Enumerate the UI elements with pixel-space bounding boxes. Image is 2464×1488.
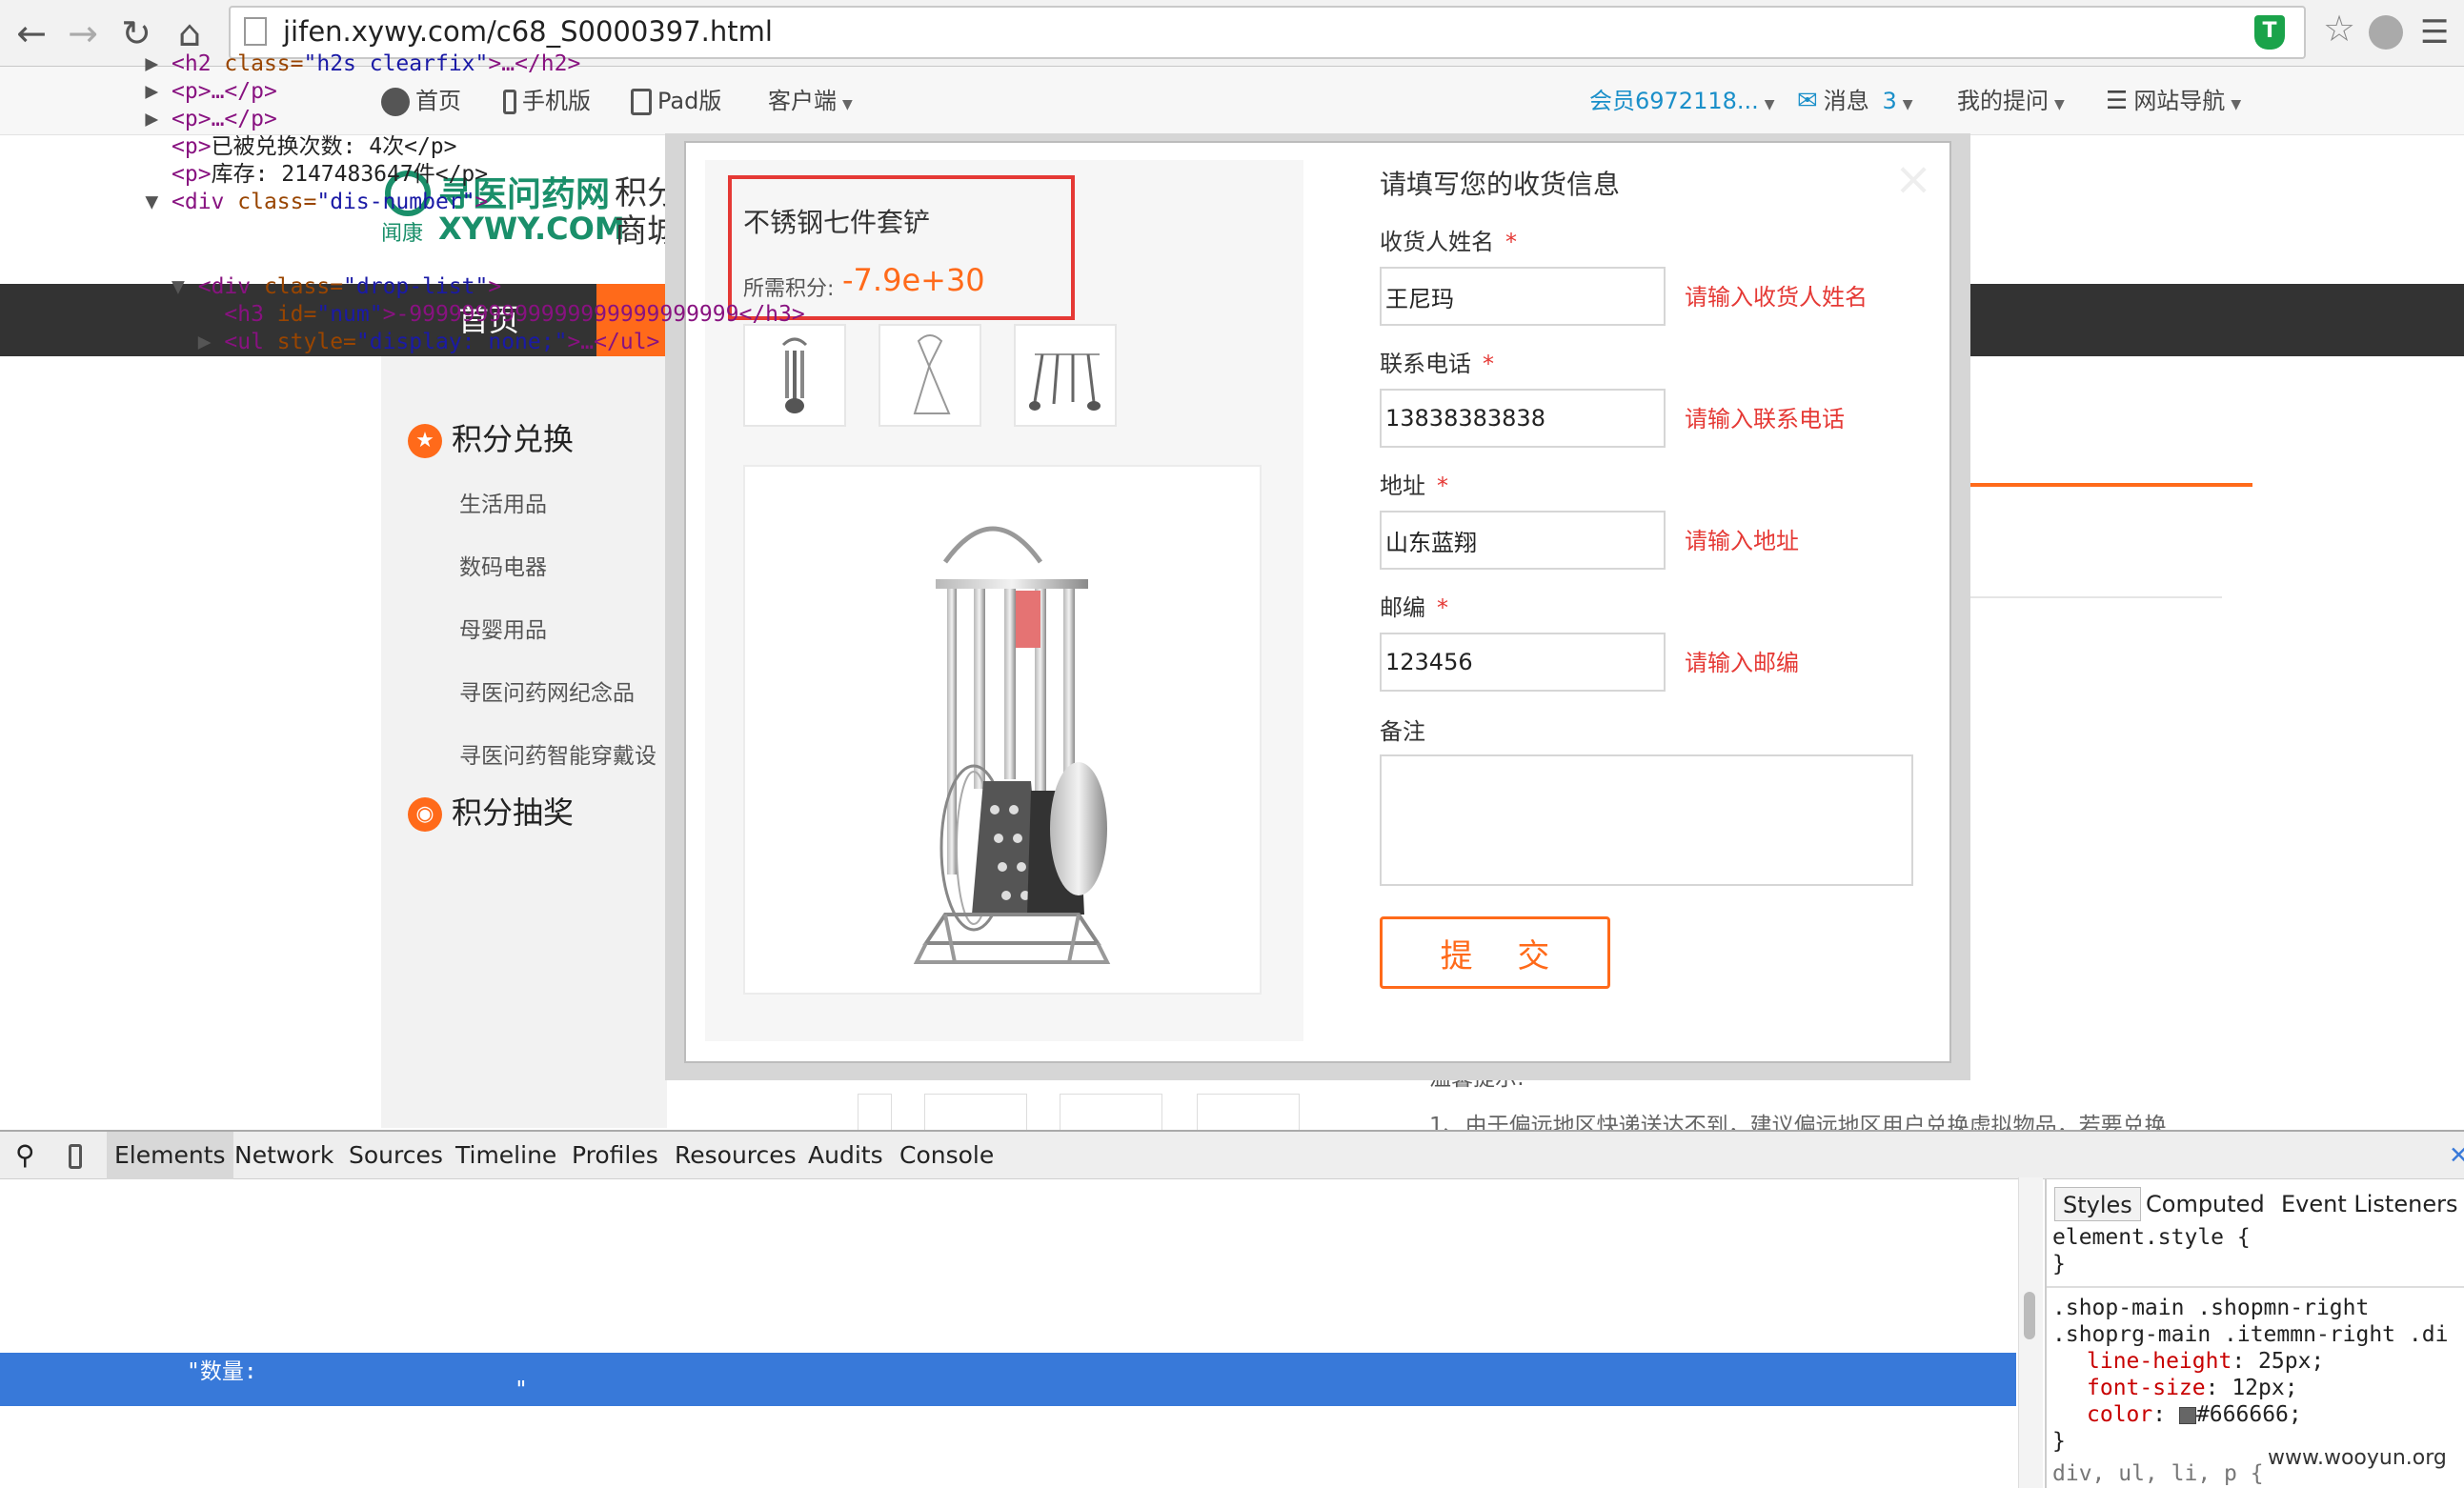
color-swatch[interactable] (2178, 1406, 2196, 1424)
sidebar-item-souvenir[interactable]: 寻医问药网纪念品 (459, 674, 635, 707)
tab-resources[interactable]: Resources (675, 1132, 797, 1179)
selected-dom-node[interactable] (0, 1353, 2016, 1406)
rule-close: } (2052, 1252, 2066, 1277)
expand-triangle-icon: ▶ (0, 107, 172, 131)
list-icon: ☰ (2106, 87, 2129, 115)
background-thumb (924, 1094, 1027, 1134)
menu-icon[interactable]: ☰ (2420, 13, 2449, 51)
award-icon: ◉ (408, 797, 442, 832)
collapse-triangle-icon: ▼ (0, 274, 198, 299)
device-mode-icon[interactable] (69, 1132, 82, 1179)
required-mark: * (1437, 473, 1448, 499)
field-label-remark: 备注 (1380, 718, 1425, 745)
tab-console[interactable]: Console (899, 1132, 994, 1179)
tab-styles[interactable]: Styles (2054, 1187, 2141, 1221)
close-devtools-icon[interactable]: ✕ (2449, 1132, 2464, 1179)
gift-icon: ★ (408, 424, 442, 458)
scrollbar-thumb[interactable] (2024, 1292, 2035, 1339)
tab-profiles[interactable]: Profiles (572, 1132, 658, 1179)
css-declaration[interactable]: line-height: 25px; (2087, 1349, 2324, 1374)
remark-textarea[interactable] (1380, 754, 1913, 886)
caret-down-icon: ▼ (2231, 97, 2242, 112)
css-declaration[interactable]: color: #666666; (2087, 1402, 2302, 1427)
css-selector[interactable]: .shop-main .shopmn-right (2052, 1296, 2369, 1320)
selected-text-node-line2: " (515, 1377, 528, 1402)
divider (2047, 1286, 2464, 1288)
css-selector[interactable]: .shoprg-main .itemmn-right .di (2052, 1322, 2448, 1347)
collapse-triangle-icon: ▼ (0, 190, 172, 214)
dom-node[interactable]: <p>已被兑换次数: 4次</p> (0, 132, 2016, 161)
tab-event-listeners[interactable]: Event Listeners (2281, 1187, 2457, 1221)
tab-underline (1970, 483, 2252, 487)
dom-node[interactable]: <h3 id="num">-9999999999999999999999999<… (0, 300, 2016, 329)
shield-extension-icon[interactable]: T (2254, 15, 2285, 50)
dom-node[interactable]: ▶ <p>…</p> (0, 105, 2016, 133)
dom-node[interactable]: ▶ <ul style="display: none;">…</ul> (0, 328, 2016, 356)
phone-input[interactable] (1380, 389, 1666, 448)
required-mark: * (1437, 594, 1448, 621)
css-declaration[interactable]: font-size: 12px; (2087, 1376, 2298, 1400)
sidebar-item-baby[interactable]: 母婴用品 (459, 612, 547, 644)
dom-node[interactable]: ▶ <h2 class="h2s clearfix">…</h2> (0, 50, 2016, 78)
selected-text-node-line1: "数量: (187, 1359, 257, 1384)
tab-timeline[interactable]: Timeline (455, 1132, 556, 1179)
sidebar-item-wearable[interactable]: 寻医问药智能穿戴设 (459, 737, 656, 770)
sidebar-item-daily[interactable]: 生活用品 (459, 486, 547, 518)
sidebar-item-digital[interactable]: 数码电器 (459, 549, 547, 581)
bookmark-star-icon[interactable]: ☆ (2323, 8, 2355, 50)
field-label-address: 地址 * (1380, 473, 1448, 499)
background-thumb (858, 1094, 892, 1134)
product-main-image (743, 465, 1262, 995)
error-zip: 请输入邮编 (1685, 650, 1799, 676)
background-thumb (1060, 1094, 1162, 1134)
dom-node[interactable]: ▼ <div class="drop-list"> (0, 272, 2016, 301)
page-icon (244, 17, 267, 46)
expand-triangle-icon: ▶ (0, 330, 225, 354)
tab-elements[interactable]: Elements (107, 1132, 233, 1179)
dom-node[interactable]: <p>库存: 2147483647件</p> (0, 160, 2016, 189)
devtools-toolbar: ⚲ Elements Network Sources Timeline Prof… (0, 1132, 2464, 1179)
tab-audits[interactable]: Audits (808, 1132, 883, 1179)
divider (1970, 596, 2222, 598)
address-input[interactable] (1380, 511, 1666, 570)
css-selector[interactable]: div, ul, li, p { (2052, 1461, 2264, 1486)
background-thumb (1197, 1094, 1300, 1134)
url-text: jifen.xywy.com/c68_S0000397.html (283, 15, 773, 48)
sidebar-section-lottery[interactable]: ◉ 积分抽奖 (408, 789, 574, 833)
rule-close: } (2052, 1429, 2066, 1454)
watermark: www.wooyun.org (2268, 1446, 2447, 1470)
tab-computed[interactable]: Computed (2146, 1187, 2265, 1221)
zip-input[interactable] (1380, 633, 1666, 692)
element-style-rule[interactable]: element.style { (2052, 1225, 2251, 1250)
site-nav-dropdown[interactable]: ☰ 网站导航 ▼ (2106, 67, 2241, 135)
search-icon[interactable]: ⚲ (15, 1132, 35, 1179)
category-sidebar: ★ 积分兑换 生活用品 数码电器 母婴用品 寻医问药网纪念品 寻医问药智能穿戴设 … (381, 356, 667, 1128)
dom-node[interactable]: ▼ <div class="dis-number"> (0, 188, 2016, 216)
error-address: 请输入地址 (1685, 528, 1799, 554)
submit-button[interactable]: 提 交 (1380, 916, 1610, 989)
field-label-zip: 邮编 * (1380, 594, 1448, 621)
expand-triangle-icon: ▶ (0, 51, 172, 76)
tab-sources[interactable]: Sources (349, 1132, 443, 1179)
sidebar-section-exchange[interactable]: ★ 积分兑换 (408, 415, 574, 459)
tab-network[interactable]: Network (234, 1132, 333, 1179)
caret-down-icon: ▼ (2054, 97, 2065, 112)
kitchen-utensil-set-image (913, 526, 1111, 964)
expand-triangle-icon: ▶ (0, 79, 172, 104)
dom-node[interactable]: ▶ <p>…</p> (0, 77, 2016, 106)
error-phone: 请输入联系电话 (1685, 406, 1845, 432)
dom-tree: ▶ <h2 class="h2s clearfix">…</h2> ▶ <p>…… (0, 50, 2016, 358)
extension-icon[interactable] (2369, 15, 2403, 50)
